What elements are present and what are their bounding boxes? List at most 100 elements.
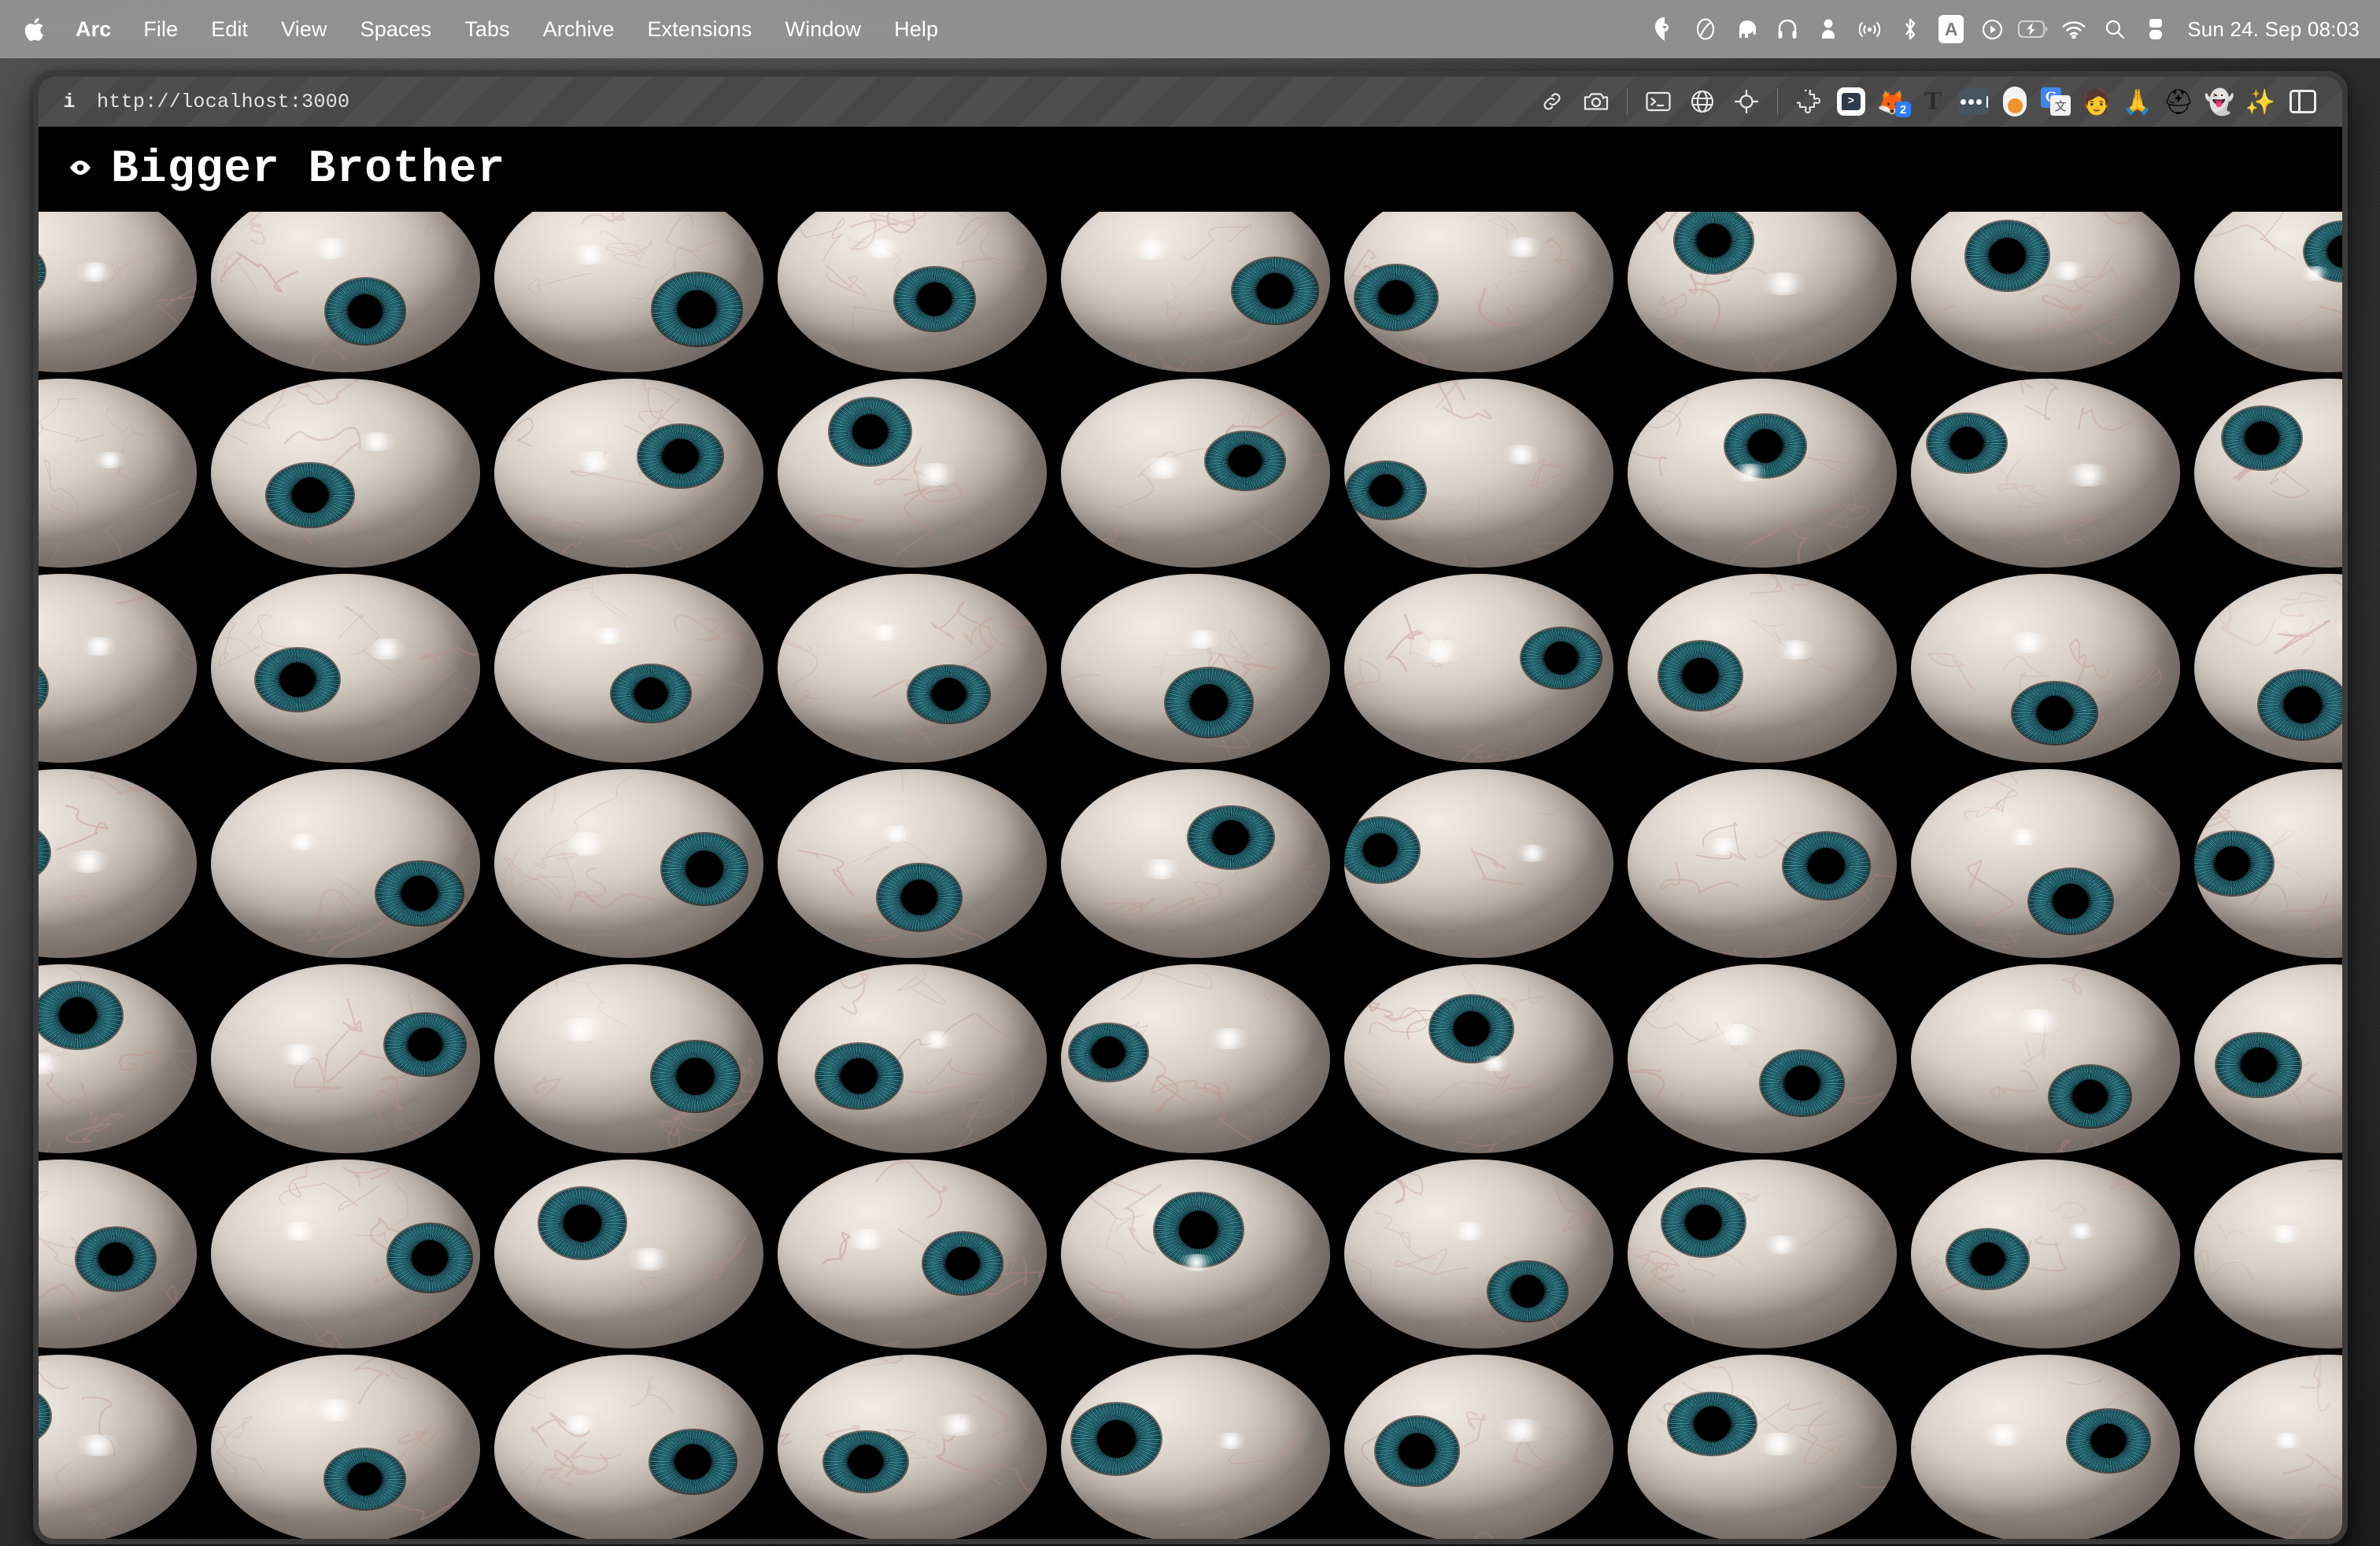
iris: [2068, 1410, 2150, 1472]
menu-item-archive[interactable]: Archive: [527, 18, 631, 40]
eyeball-sclera: [211, 1159, 480, 1349]
menu-item-tabs[interactable]: Tabs: [448, 18, 526, 40]
eyeball: [1061, 212, 1330, 373]
eyeball: [494, 768, 763, 959]
eyeball-sclera: [1061, 768, 1330, 959]
eyeball-sclera: [1061, 1159, 1330, 1349]
eyeball: [2194, 768, 2342, 959]
pupil: [2072, 1083, 2107, 1110]
menu-item-file[interactable]: File: [127, 18, 194, 40]
globe-icon[interactable]: [1680, 83, 1724, 120]
eyeball-sclera: [1911, 378, 2180, 568]
menu-bar-clock[interactable]: Sun 24. Sep 08:03: [2187, 17, 2360, 42]
headphones-icon[interactable]: [1767, 13, 1808, 45]
eyeball: [1061, 378, 1330, 568]
sclera-veins: [39, 768, 197, 919]
iris: [1072, 1403, 1161, 1475]
eyeball-sclera: [211, 212, 480, 373]
eyeball: [39, 212, 197, 373]
menu-item-arc[interactable]: Arc: [61, 18, 127, 40]
pupil: [848, 1449, 883, 1475]
airplay-icon[interactable]: [1849, 13, 1890, 45]
eyeball-sclera: [1628, 1354, 1897, 1539]
orange-sparkle-icon[interactable]: ✨: [2240, 83, 2281, 120]
eyeball: [2194, 1354, 2342, 1539]
eyeball-sclera: [2194, 768, 2342, 959]
iris: [661, 834, 747, 905]
browser-toolbar: i http://localhost:3000 > 🦊 2 T 文 🧑 🙏 ⛑ …: [39, 76, 2342, 127]
iris: [267, 463, 353, 527]
google-translate-icon[interactable]: G 文: [2035, 83, 2076, 120]
pupil: [1454, 1015, 1489, 1043]
metamask-fox-icon[interactable]: 🦊 2: [1872, 83, 1913, 120]
keyboard-input-a-icon[interactable]: A: [1931, 13, 1972, 45]
serif-t-glyph: T: [1924, 87, 1942, 116]
eyeball: [778, 1159, 1047, 1349]
battery-charging-icon[interactable]: [2012, 13, 2053, 45]
prompt-extension-glyph: >: [1842, 93, 1861, 110]
menu-item-extensions[interactable]: Extensions: [630, 18, 768, 40]
bluetooth-icon[interactable]: [1890, 13, 1931, 45]
user-icon[interactable]: [1808, 13, 1849, 45]
eyeball-sclera: [778, 1354, 1047, 1539]
dropbox-icon[interactable]: [1644, 13, 1685, 45]
iris: [923, 1233, 1003, 1294]
apple-logo-icon[interactable]: [24, 17, 61, 42]
url-address-text[interactable]: http://localhost:3000: [97, 91, 349, 113]
menu-item-spaces[interactable]: Spaces: [344, 18, 449, 40]
eyeball: [1628, 378, 1897, 568]
eyeball-sclera: [778, 573, 1047, 764]
eyeball: [1628, 573, 1897, 764]
spiral-icon[interactable]: [1685, 13, 1726, 45]
link-icon[interactable]: [1530, 83, 1574, 120]
stack-icon[interactable]: [2135, 13, 2176, 45]
wifi-icon[interactable]: [2053, 13, 2094, 45]
camera-icon[interactable]: [1574, 83, 1618, 120]
menu-item-view[interactable]: View: [264, 18, 343, 40]
eyeball-sclera: [494, 1159, 763, 1349]
eyeball: [1061, 1159, 1330, 1349]
iris: [878, 864, 961, 931]
iris: [39, 982, 122, 1049]
crosshair-icon[interactable]: [1724, 83, 1768, 120]
terminal-icon[interactable]: [1636, 83, 1680, 120]
eyeball-sclera: [1911, 573, 2180, 764]
pupil: [677, 1061, 714, 1092]
password-dots-icon[interactable]: [1953, 83, 1994, 120]
pupil: [2245, 424, 2279, 451]
eyeball: [211, 573, 480, 764]
eyeball-sclera: [1061, 212, 1330, 373]
pupil: [349, 298, 382, 325]
eyeball-sclera: [1344, 1354, 1613, 1539]
iris: [894, 268, 975, 331]
menu-item-help[interactable]: Help: [878, 18, 955, 40]
search-icon[interactable]: [2094, 13, 2135, 45]
control-center-icon[interactable]: [1972, 13, 2012, 45]
typography-t-icon[interactable]: T: [1913, 83, 1953, 120]
pupil: [1191, 688, 1228, 717]
prompt-extension-icon[interactable]: >: [1831, 83, 1872, 120]
pupil: [1369, 479, 1403, 503]
toggle-pill-icon[interactable]: [1994, 83, 2035, 120]
split-view-icon[interactable]: [2281, 83, 2325, 120]
eyeball-sclera: [1628, 1159, 1897, 1349]
iris: [823, 1432, 907, 1492]
eyeball: [1061, 1354, 1330, 1539]
orange-claw-icon[interactable]: 🙏: [2117, 83, 2158, 120]
pupil: [1697, 227, 1731, 255]
eyeball-sclera: [1628, 963, 1897, 1154]
site-info-icon[interactable]: i: [59, 91, 79, 113]
sclera-veins: [1929, 378, 2159, 549]
elephant-icon[interactable]: [1726, 13, 1767, 45]
purple-ghost-icon[interactable]: 👻: [2199, 83, 2240, 120]
pupil: [59, 1001, 97, 1030]
eyeball: [211, 378, 480, 568]
eyeball-sclera: [39, 212, 197, 373]
menu-item-edit[interactable]: Edit: [194, 18, 264, 40]
orange-helmet-icon[interactable]: ⛑: [2158, 83, 2199, 120]
puzzle-piece-icon[interactable]: [1787, 83, 1831, 120]
iris: [2012, 682, 2097, 744]
dot: [1968, 98, 1974, 105]
menu-item-window[interactable]: Window: [769, 18, 878, 40]
face-with-glasses-icon[interactable]: 🧑: [2076, 83, 2117, 120]
